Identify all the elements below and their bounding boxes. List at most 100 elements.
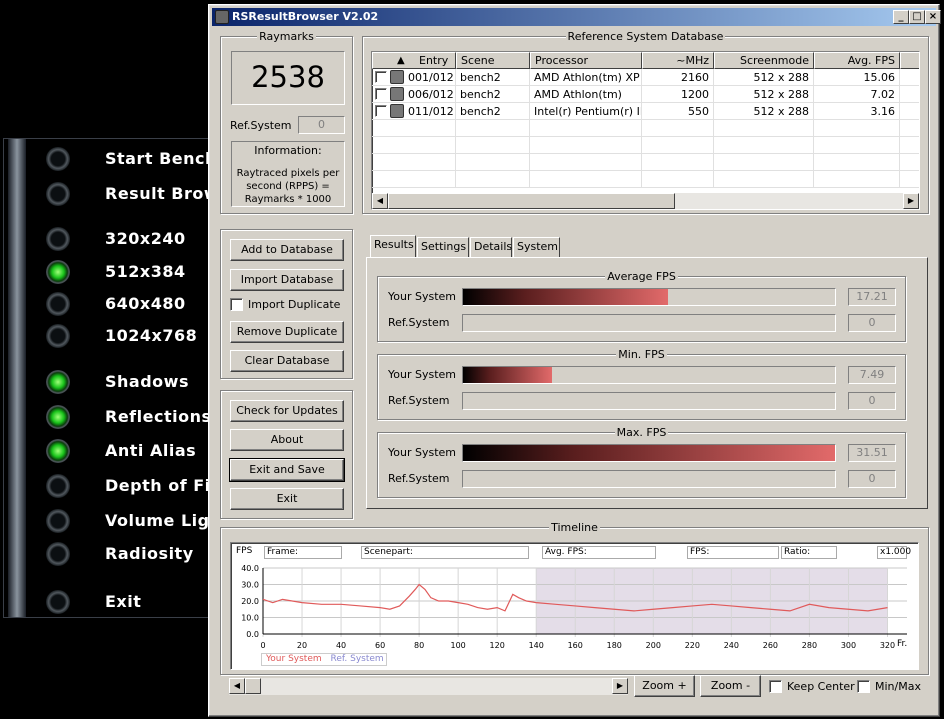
sort-ascending-icon: ▲ [397,55,405,66]
empty-cell [714,171,814,188]
x-tick-label: 140 [529,641,544,650]
timeline-scroll-thumb[interactable] [245,678,261,694]
table-cell: 512 x 288 [714,103,814,120]
empty-cell [814,171,900,188]
status-led-icon [46,542,70,566]
empty-cell [456,154,530,171]
check-for-updates-button[interactable]: Check for Updates [230,400,344,422]
x-tick-label: 200 [646,641,661,650]
import-duplicate-checkbox[interactable] [230,298,243,311]
launcher-item-label: 320x240 [105,229,186,248]
keep-center-label[interactable]: Keep Center [787,680,855,693]
scroll-right-button[interactable]: ▶ [903,193,919,209]
keep-center-checkbox[interactable] [769,680,782,693]
app-icon [215,10,229,24]
x-tick-label: 0 [260,641,265,650]
tab-results[interactable]: Results [370,235,416,257]
zoom-out-button[interactable]: Zoom - [700,675,761,697]
ref-system-bar [462,392,836,410]
avg-fps-field: Avg. FPS: [542,546,656,559]
legend-your-system: Your System [266,654,322,664]
table-cell: 15.06 [814,69,900,86]
column-header-processor[interactable]: Processor [530,52,642,69]
table-row[interactable] [372,154,919,171]
timeline-scroll-right-button[interactable]: ▶ [612,678,628,694]
tab-system[interactable]: System [513,237,560,257]
table-cell: 011/012 [372,103,456,120]
launcher-item[interactable]: Volume Lig [4,506,216,536]
import-database-button[interactable]: Import Database [230,269,344,291]
reference-table[interactable]: ▲ Entry Scene Processor ~MHz Screenmode A… [371,51,920,210]
column-header-entry[interactable]: ▲ Entry [372,52,456,69]
column-header-scene[interactable]: Scene [456,52,530,69]
info-box: Information: Raytraced pixels per second… [231,141,345,207]
minimize-button[interactable]: _ [893,10,909,24]
launcher-item[interactable]: 640x480 [4,289,216,319]
fps-axis-label: FPS [236,546,253,556]
table-row[interactable]: 006/012 bench2 AMD Athlon(tm) 1200 512 x 288… [372,86,919,103]
minmax-checkbox[interactable] [857,680,870,693]
table-row[interactable]: 001/012 bench2 AMD Athlon(tm) XP 2160 512 x … [372,69,919,86]
column-header-entry-label: Entry [419,54,449,67]
minmax-label[interactable]: Min/Max [875,680,921,693]
launcher-item[interactable]: Start Bench [4,144,216,174]
launcher-item-label: Exit [105,592,142,611]
table-row[interactable] [372,120,919,137]
x-tick-label: 260 [763,641,778,650]
exit-button[interactable]: Exit [230,488,344,510]
scroll-left-button[interactable]: ◀ [372,193,388,209]
y-tick-label: 0.0 [246,630,259,639]
title-bar[interactable]: RSResultBrowser V2.02 _ □ × [212,8,941,26]
zoom-in-button[interactable]: Zoom + [634,675,695,697]
table-row[interactable] [372,171,919,188]
remove-duplicate-button[interactable]: Remove Duplicate [230,321,344,343]
launcher-item[interactable]: Radiosity [4,539,216,569]
maximize-button[interactable]: □ [909,10,925,24]
timeline-scroll-left-button[interactable]: ◀ [229,678,245,694]
empty-cell [900,154,919,171]
table-row[interactable]: 011/012 bench2 Intel(r) Pentium(r) III 550 5… [372,103,919,120]
row-checkbox[interactable] [375,71,387,83]
empty-cell [642,137,714,154]
launcher-item[interactable]: Result Brow [4,179,219,209]
launcher-item-label: Volume Lig [105,511,210,530]
launcher-item[interactable]: 1024x768 [4,321,216,351]
horizontal-scrollbar[interactable]: ◀ ▶ [372,193,919,209]
launcher-item[interactable]: Reflections [4,402,216,432]
your-system-bar [462,366,836,384]
table-row[interactable] [372,137,919,154]
column-header-mhz[interactable]: ~MHz [642,52,714,69]
launcher-item[interactable]: 512x384 [4,257,216,287]
launcher-item[interactable]: 320x240 [4,224,216,254]
section-title: Max. FPS [614,426,669,439]
tab-details[interactable]: Details [470,237,512,257]
tab-settings[interactable]: Settings [417,237,469,257]
launcher-item[interactable]: Exit [4,587,216,617]
table-cell: bench2 [456,86,530,103]
about-button[interactable]: About [230,429,344,451]
timeline-chart-area[interactable]: 0.0 10.0 20.0 30.0 40.0 0 20 40 60 80 100 120 140 160… [230,542,919,670]
your-system-bar-fill [463,445,835,461]
column-header-screenmode[interactable]: Screenmode [714,52,814,69]
row-checkbox[interactable] [375,105,387,117]
empty-cell [456,120,530,137]
clear-database-button[interactable]: Clear Database [230,350,344,372]
launcher-item[interactable]: Depth of Fi [4,471,216,501]
your-system-value: 31.51 [848,444,896,462]
column-header-avg-fps[interactable]: Avg. FPS [814,52,900,69]
zoom-factor-field: x1.000 [877,546,911,559]
x-tick-label: 120 [490,641,505,650]
y-tick-label: 10.0 [241,614,259,623]
add-to-database-button[interactable]: Add to Database [230,239,344,261]
timeline-scrollbar[interactable]: ◀ ▶ [229,678,628,695]
empty-cell [456,137,530,154]
exit-and-save-button[interactable]: Exit and Save [229,458,345,482]
column-header-filler [900,52,919,69]
launcher-item[interactable]: Anti Alias [4,436,216,466]
launcher-item[interactable]: Shadows [4,367,216,397]
entry-text: 001/012 [408,71,454,84]
row-checkbox[interactable] [375,88,387,100]
close-button[interactable]: × [925,10,941,24]
scroll-thumb[interactable] [388,193,675,209]
import-duplicate-label[interactable]: Import Duplicate [248,298,340,311]
